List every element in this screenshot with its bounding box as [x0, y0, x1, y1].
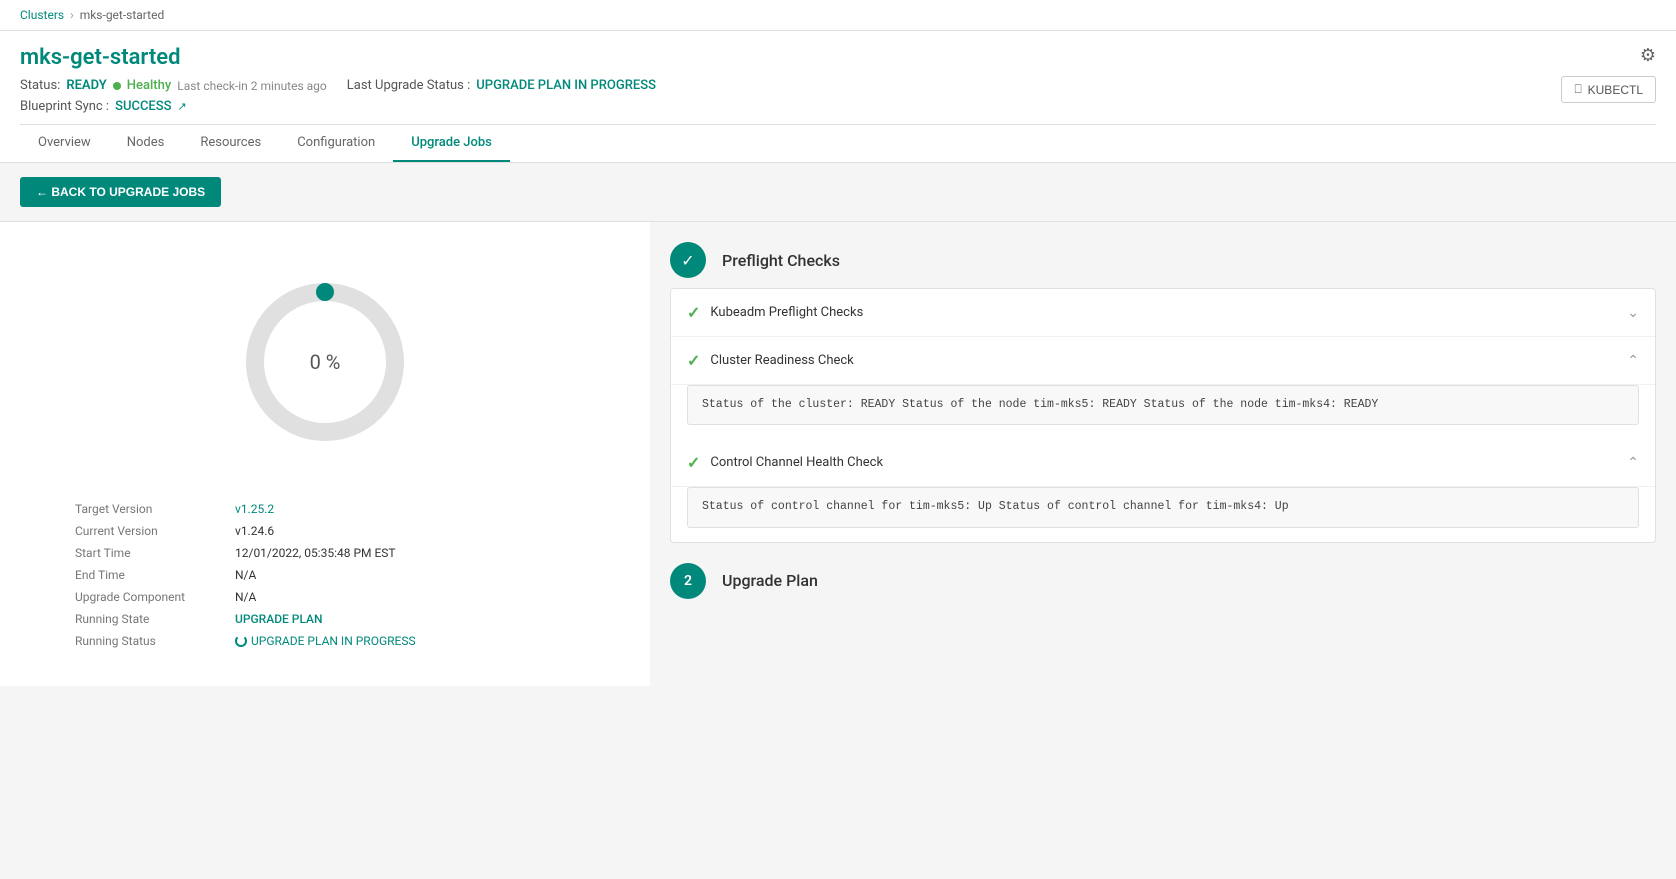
check-row-control[interactable]: ✓ Control Channel Health Check ⌃	[671, 439, 1655, 487]
running-state-label: Running State	[75, 612, 235, 626]
target-version-value[interactable]: v1.25.2	[235, 502, 274, 516]
check-label-cluster: Cluster Readiness Check	[710, 353, 853, 368]
check-row-cluster[interactable]: ✓ Cluster Readiness Check ⌃	[671, 337, 1655, 385]
content-area: ← BACK TO UPGRADE JOBS 0 % Target Versio…	[0, 163, 1676, 686]
gear-icon[interactable]: ⚙	[1640, 45, 1656, 66]
cluster-title: mks-get-started	[20, 45, 656, 70]
health-dot	[113, 82, 121, 90]
current-version-value: v1.24.6	[235, 524, 274, 538]
top-bar: Clusters › mks-get-started	[0, 0, 1676, 31]
check-label-kubeadm: Kubeadm Preflight Checks	[710, 305, 863, 320]
info-grid: Target Version v1.25.2 Current Version v…	[75, 502, 575, 656]
target-version-label: Target Version	[75, 502, 235, 516]
external-link-icon[interactable]: ↗	[178, 100, 187, 113]
end-time-value: N/A	[235, 568, 256, 582]
check-label-control: Control Channel Health Check	[710, 455, 883, 470]
tab-overview[interactable]: Overview	[20, 125, 109, 162]
checks-card: ✓ Kubeadm Preflight Checks ⌄ ✓ Cluster R…	[670, 288, 1656, 543]
left-panel: 0 % Target Version v1.25.2 Current Versi…	[0, 222, 650, 686]
tab-upgrade-jobs[interactable]: Upgrade Jobs	[393, 125, 510, 162]
breadcrumb-separator: ›	[70, 8, 74, 22]
back-to-upgrade-jobs-button[interactable]: ← BACK TO UPGRADE JOBS	[20, 177, 221, 207]
check-details-cluster: Status of the cluster: READY Status of t…	[687, 385, 1639, 425]
check-row-kubeadm[interactable]: ✓ Kubeadm Preflight Checks ⌄	[671, 289, 1655, 337]
donut-container: 0 %	[235, 272, 415, 452]
breadcrumb-clusters[interactable]: Clusters	[20, 8, 64, 22]
status-label: Status:	[20, 78, 60, 93]
upgrade-status-value[interactable]: UPGRADE PLAN IN PROGRESS	[476, 78, 656, 93]
check-details-control: Status of control channel for tim-mks5: …	[687, 487, 1639, 527]
start-time-value: 12/01/2022, 05:35:48 PM EST	[235, 546, 396, 560]
blueprint-label: Blueprint Sync :	[20, 99, 109, 114]
upgrade-plan-title: Upgrade Plan	[722, 571, 818, 590]
check-icon-cluster: ✓	[687, 351, 700, 370]
tab-resources[interactable]: Resources	[182, 125, 279, 162]
running-status-label: Running Status	[75, 634, 235, 648]
check-icon-control: ✓	[687, 453, 700, 472]
blueprint-value[interactable]: SUCCESS	[115, 99, 171, 114]
last-checkin: Last check-in 2 minutes ago	[177, 79, 327, 93]
check-icon-kubeadm: ✓	[687, 303, 700, 322]
right-panel: ✓ Preflight Checks ✓ Kubeadm Preflight C…	[650, 222, 1676, 686]
tab-configuration[interactable]: Configuration	[279, 125, 393, 162]
running-state-value[interactable]: UPGRADE PLAN	[235, 612, 323, 626]
preflight-section: ✓ Preflight Checks ✓ Kubeadm Preflight C…	[670, 242, 1656, 543]
kubectl-button[interactable]: ⎕ KUBECTL	[1561, 76, 1656, 103]
tab-nodes[interactable]: Nodes	[109, 125, 183, 162]
end-time-label: End Time	[75, 568, 235, 582]
cluster-header: mks-get-started Status: READY Healthy La…	[0, 31, 1676, 163]
breadcrumb-current: mks-get-started	[80, 8, 165, 22]
chevron-up-icon-control: ⌃	[1627, 455, 1639, 471]
spinner-icon	[235, 635, 247, 647]
status-value: READY	[66, 78, 106, 93]
current-version-label: Current Version	[75, 524, 235, 538]
running-status-value[interactable]: UPGRADE PLAN IN PROGRESS	[235, 634, 416, 648]
preflight-title: Preflight Checks	[722, 251, 840, 270]
health-label: Healthy	[127, 78, 171, 93]
preflight-check-icon: ✓	[670, 242, 706, 278]
donut-percent: 0 %	[310, 350, 341, 374]
start-time-label: Start Time	[75, 546, 235, 560]
upgrade-plan-section: 2 Upgrade Plan	[670, 563, 1656, 599]
upgrade-status-label: Last Upgrade Status :	[347, 78, 471, 93]
kubectl-icon: ⎕	[1574, 82, 1581, 97]
chevron-down-icon-kubeadm: ⌄	[1627, 305, 1639, 321]
upgrade-plan-number: 2	[670, 563, 706, 599]
chevron-up-icon-cluster: ⌃	[1627, 353, 1639, 369]
upgrade-component-value: N/A	[235, 590, 256, 604]
upgrade-component-label: Upgrade Component	[75, 590, 235, 604]
